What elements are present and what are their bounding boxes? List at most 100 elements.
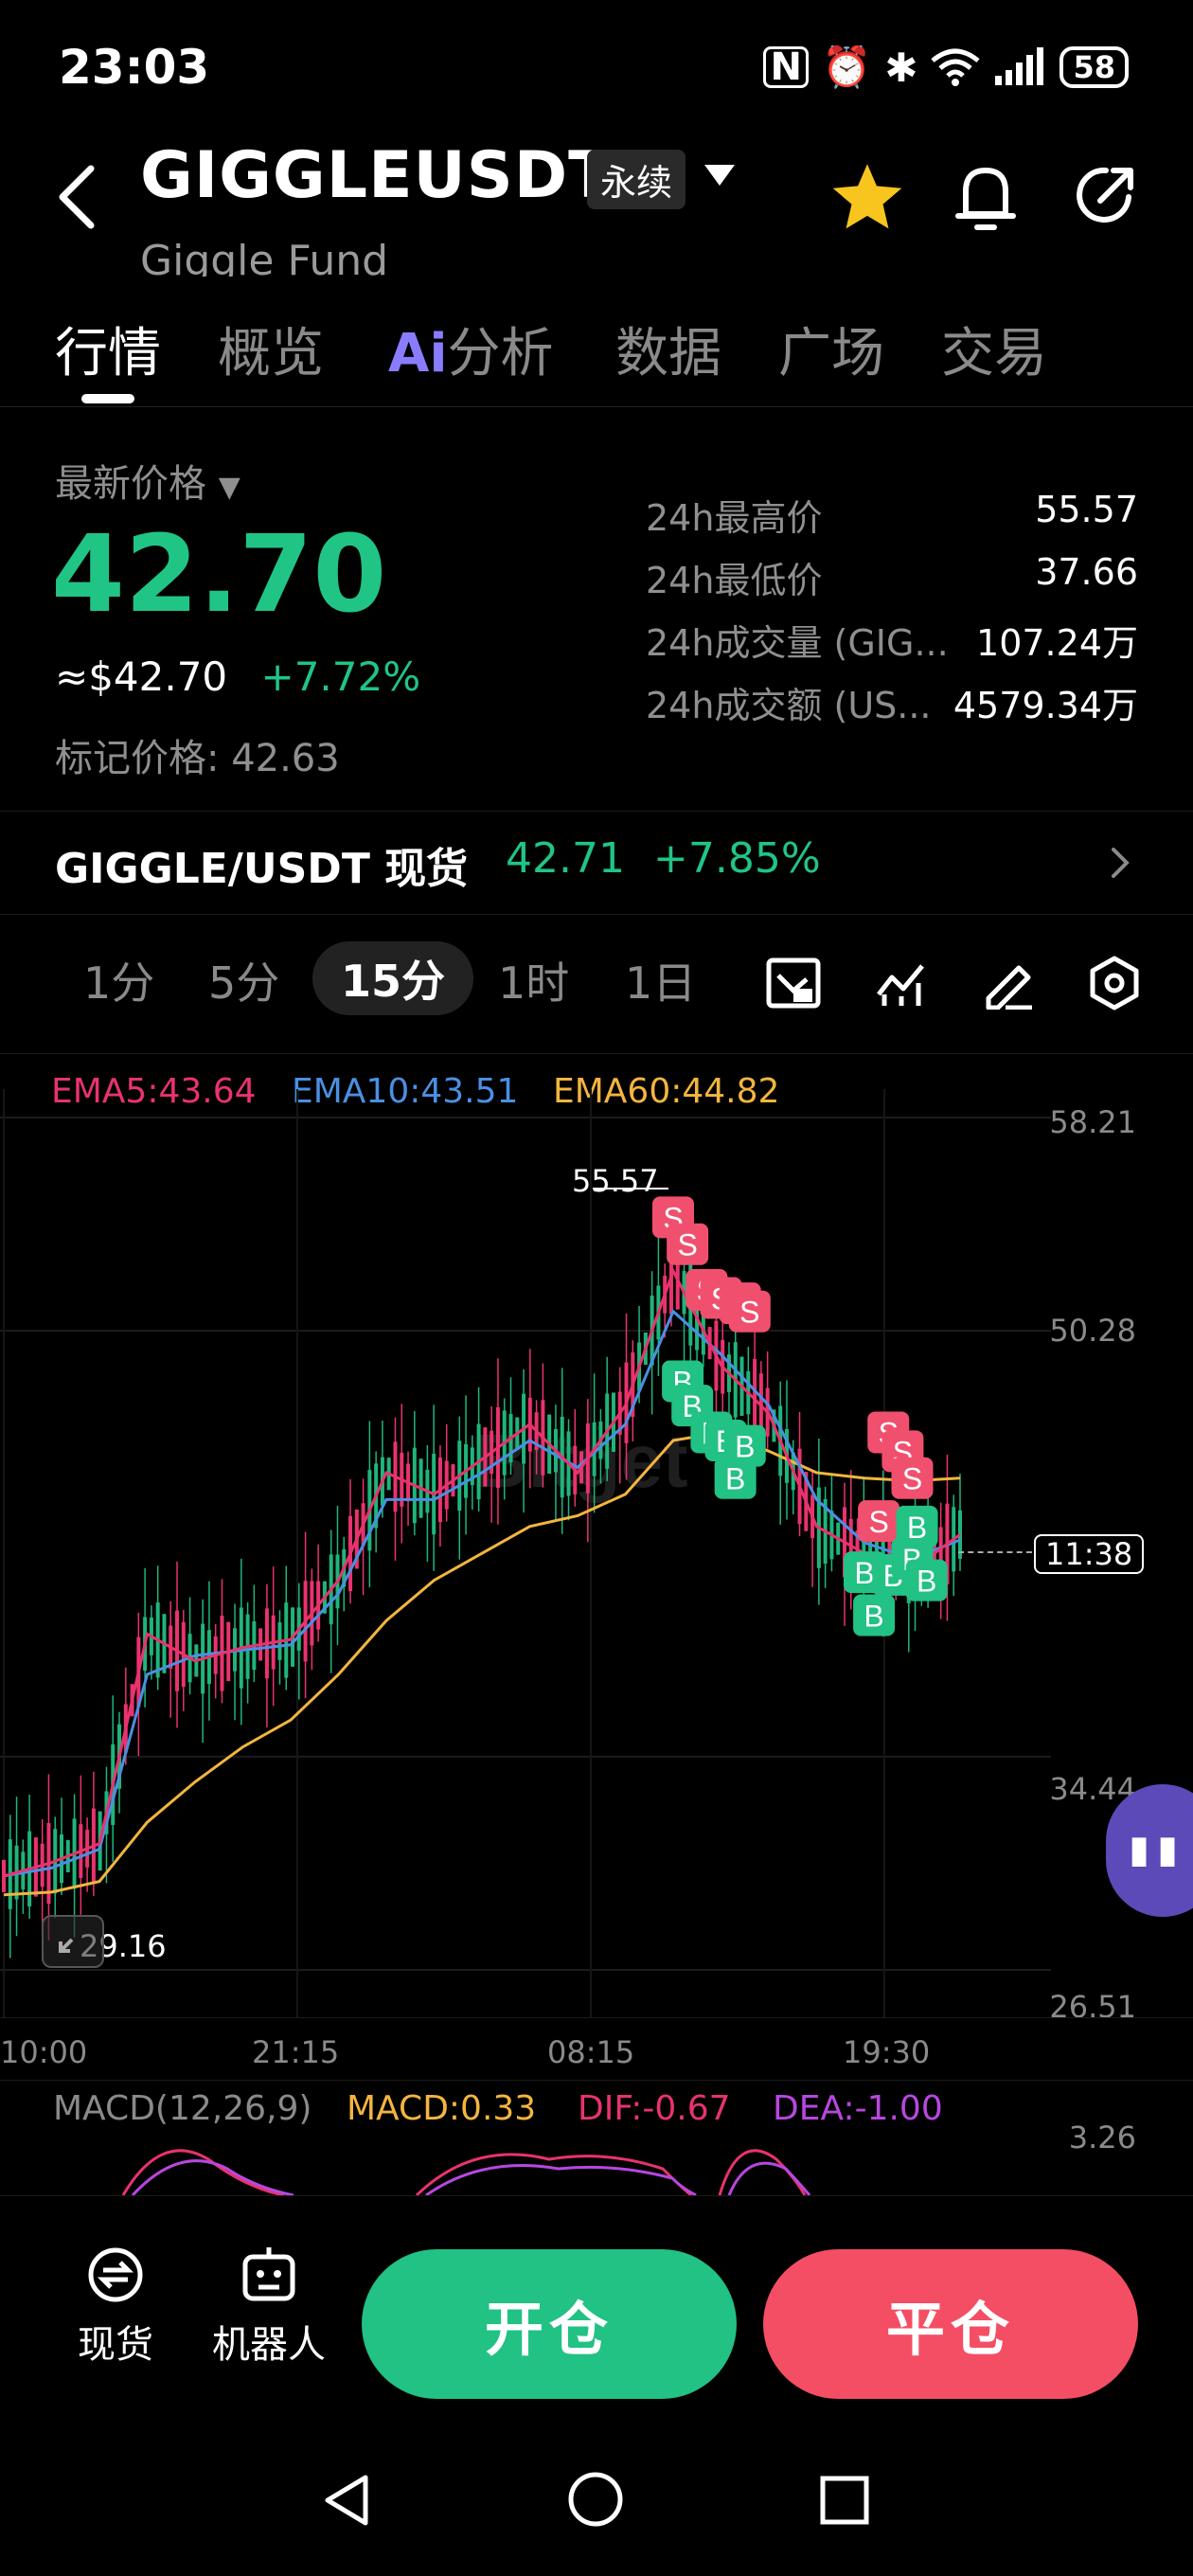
price-change: +7.72% xyxy=(260,653,421,700)
robot-icon xyxy=(242,2247,295,2301)
spot-shortcut[interactable]: 现货 xyxy=(49,2242,182,2369)
active-tab-underline xyxy=(81,394,134,403)
expand-icon xyxy=(59,1938,74,1953)
high-label: 55.57 xyxy=(572,1163,659,1199)
nav-home-icon[interactable] xyxy=(566,2470,625,2529)
nav-recents-icon[interactable] xyxy=(818,2474,871,2527)
spot-link-row[interactable]: GIGGLE/USDT 现货 42.71 +7.85% xyxy=(0,811,1193,915)
svg-text:S: S xyxy=(868,1505,888,1539)
countdown-label: 11:38 xyxy=(1034,1534,1145,1574)
buy-marker[interactable]: B xyxy=(905,1559,948,1601)
indicator-icon[interactable] xyxy=(875,957,928,1010)
last-price-line xyxy=(958,1551,1032,1553)
symbol-subtitle: Giggle Fund xyxy=(140,237,389,277)
symbol-title[interactable]: GIGGLEUSDT xyxy=(140,138,614,213)
buy-marker[interactable]: B xyxy=(896,1505,938,1547)
mark-price: 标记价格: 42.63 xyxy=(55,737,340,780)
nfc-icon: N xyxy=(763,46,809,88)
price-chart-svg[interactable]: BitgetSSSSSSSSSSBBBBBBBBBBBB xyxy=(0,1089,1051,2017)
status-icons: N ⏰ ✱ 58 xyxy=(763,44,1129,91)
fullscreen-toggle[interactable] xyxy=(42,1915,104,1968)
share-icon[interactable] xyxy=(1072,161,1140,229)
buy-marker[interactable]: B xyxy=(853,1594,896,1637)
chart-type-icon[interactable] xyxy=(765,957,822,1010)
price-label[interactable]: 最新价格 ▼ xyxy=(55,453,240,508)
svg-text:B: B xyxy=(907,1511,927,1545)
sell-marker[interactable]: S xyxy=(728,1290,771,1333)
bell-icon[interactable] xyxy=(954,159,1017,235)
draw-pen-icon[interactable] xyxy=(981,957,1034,1010)
stat-volume: 24h成交量 (GIG... 107.24万 xyxy=(646,622,1138,664)
settings-icon[interactable] xyxy=(1087,955,1142,1011)
signal-icon xyxy=(995,47,1044,85)
usd-price: ≈$42.70 +7.72% xyxy=(55,653,421,700)
svg-text:S: S xyxy=(902,1462,922,1496)
symbol-dropdown-icon[interactable] xyxy=(703,163,737,188)
svg-text:S: S xyxy=(739,1296,759,1330)
tab-analysis[interactable]: Ai分析 xyxy=(388,311,554,387)
nav-back-icon[interactable] xyxy=(320,2472,373,2529)
y-label-2: 50.28 xyxy=(1049,1313,1136,1349)
battery-indicator: 58 xyxy=(1059,46,1129,88)
bluetooth-icon: ✱ xyxy=(884,44,918,91)
alarm-icon: ⏰ xyxy=(821,44,872,90)
ai-badge: Ai xyxy=(388,323,448,385)
series-line-ema10 xyxy=(3,1309,961,1878)
x-label-1: 21:15 xyxy=(252,2034,340,2070)
stat-low: 24h最低价 37.66 xyxy=(646,551,1138,601)
robot-shortcut[interactable]: 机器人 xyxy=(203,2242,335,2369)
spot-change: +7.85% xyxy=(653,834,821,883)
x-label-2: 08:15 xyxy=(547,2034,635,2070)
svg-text:B: B xyxy=(917,1565,936,1599)
contract-tag[interactable]: 永续 xyxy=(587,150,686,209)
wifi-icon xyxy=(931,48,981,86)
y-label-bottom: 26.51 xyxy=(1049,1989,1136,2025)
tab-overview[interactable]: 概览 xyxy=(218,311,324,387)
spot-price: 42.71 xyxy=(506,834,625,883)
timeframe-5m[interactable]: 5分 xyxy=(208,949,279,1011)
spot-pair: GIGGLE/USDT 现货 xyxy=(55,845,469,893)
x-axis-divider xyxy=(0,2017,1193,2018)
assistant-bubble[interactable]: ▮▮ xyxy=(1106,1784,1193,1917)
last-price: 42.70 xyxy=(51,513,387,636)
bottom-action-bar: 现货 机器人 开仓 平仓 xyxy=(0,2195,1193,2428)
x-label-3: 19:30 xyxy=(843,2034,931,2070)
svg-text:B: B xyxy=(854,1556,874,1590)
status-time: 23:03 xyxy=(59,40,210,95)
price-label-dropdown-icon: ▼ xyxy=(218,471,240,504)
stat-high: 24h最高价 55.57 xyxy=(646,489,1138,539)
x-label-0: 10:00 xyxy=(0,2034,88,2070)
chevron-right-icon xyxy=(1112,848,1130,878)
svg-text:B: B xyxy=(725,1462,745,1496)
sell-marker[interactable]: S xyxy=(858,1500,900,1543)
tab-analysis-label: 分析 xyxy=(447,323,554,385)
macd-divider xyxy=(0,2080,1193,2081)
back-arrow-icon[interactable] xyxy=(55,163,100,231)
timeframe-15m[interactable]: 15分 xyxy=(312,941,474,1015)
assistant-eyes-icon: ▮▮ xyxy=(1129,1828,1186,1871)
open-position-button[interactable]: 开仓 xyxy=(362,2249,737,2399)
system-nav-bar xyxy=(0,2428,1193,2576)
sell-marker[interactable]: S xyxy=(667,1223,709,1265)
timeframe-1m[interactable]: 1分 xyxy=(83,949,154,1011)
timeframe-bar: 1分 5分 15分 1时 1日 xyxy=(0,938,1193,1032)
main-tabs: 行情 概览 Ai分析 数据 广场 交易 xyxy=(0,303,1193,407)
macd-top-label: 3.26 xyxy=(1068,2120,1136,2156)
stat-turnover: 24h成交额 (US... 4579.34万 xyxy=(646,685,1138,726)
close-position-button[interactable]: 平仓 xyxy=(763,2249,1138,2399)
status-bar: 23:03 N ⏰ ✱ 58 xyxy=(0,0,1193,133)
tab-data[interactable]: 数据 xyxy=(615,311,721,387)
sell-marker[interactable]: S xyxy=(891,1457,934,1499)
svg-text:B: B xyxy=(864,1600,883,1634)
timeframe-1d[interactable]: 1日 xyxy=(625,949,696,1011)
star-icon[interactable] xyxy=(829,161,905,233)
spot-swap-icon xyxy=(88,2247,143,2302)
series-line-ema5 xyxy=(3,1267,961,1878)
tab-square[interactable]: 广场 xyxy=(778,311,884,387)
y-label-top: 58.21 xyxy=(1049,1104,1136,1140)
tab-trade[interactable]: 交易 xyxy=(941,311,1047,387)
svg-text:S: S xyxy=(677,1228,697,1262)
timeframe-1h[interactable]: 1时 xyxy=(498,949,569,1011)
tab-market[interactable]: 行情 xyxy=(55,311,161,387)
buy-marker[interactable]: B xyxy=(714,1457,757,1499)
